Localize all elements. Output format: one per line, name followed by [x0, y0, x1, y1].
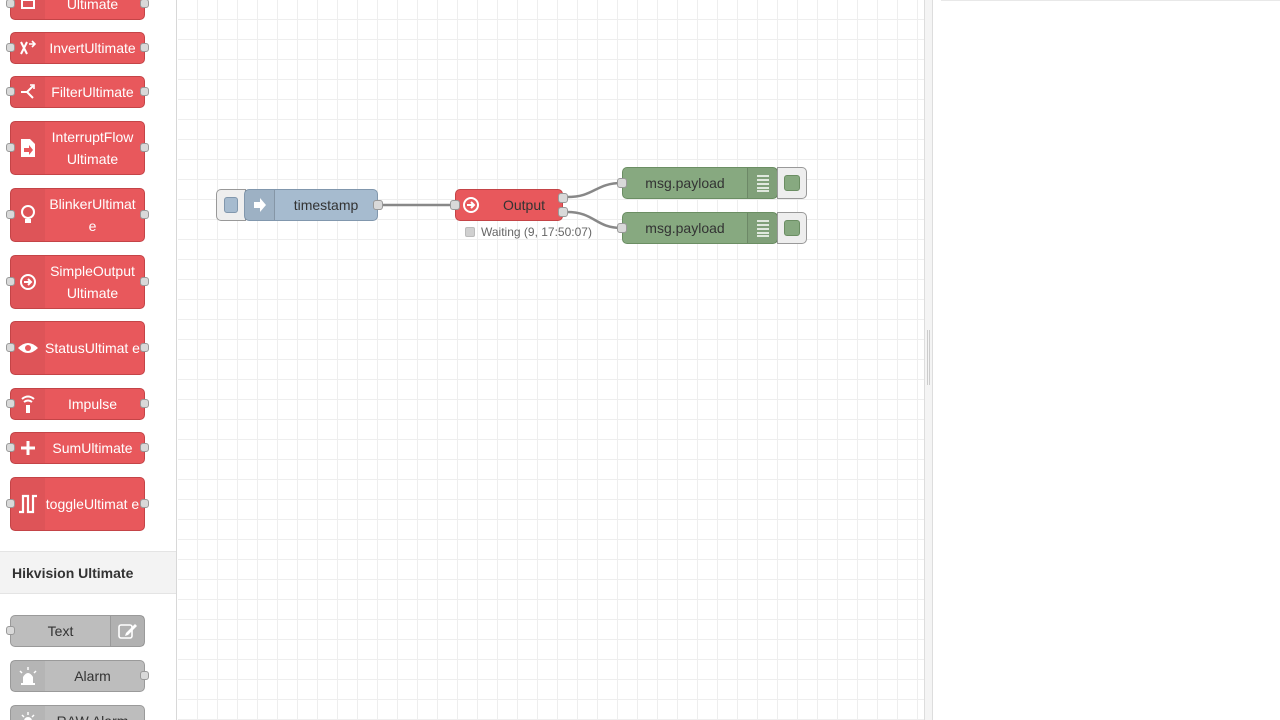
palette-node-ultimate[interactable]: Ultimate — [6, 0, 149, 20]
output-port — [140, 0, 149, 8]
output-port — [140, 671, 149, 680]
palette-node-raw-alarm[interactable]: RAW Alarm — [10, 705, 145, 720]
list-icon — [747, 168, 777, 198]
output-port — [140, 210, 149, 219]
square-wave-icon — [11, 478, 45, 530]
input-port — [6, 143, 15, 152]
document-arrow-icon — [11, 122, 45, 174]
input-port[interactable] — [450, 200, 460, 210]
palette-node-toggleultimate[interactable]: toggleUltimat e — [6, 477, 149, 531]
arrow-circle-icon — [11, 256, 45, 308]
palette-node-filterultimate[interactable]: FilterUltimate — [6, 76, 149, 108]
palette-node-label: Alarm — [74, 668, 111, 684]
debug-toggle-button-2[interactable] — [777, 212, 807, 244]
palette-node-statusultimate[interactable]: StatusUltimat e — [6, 321, 149, 375]
palette-node-simpleoutput[interactable]: SimpleOutput Ultimate — [6, 255, 149, 309]
input-port — [6, 277, 15, 286]
inject-node-label: timestamp — [293, 197, 359, 213]
shuffle-icon — [11, 33, 45, 63]
output-port — [140, 43, 149, 52]
palette-node-text[interactable]: Text — [6, 615, 145, 647]
inject-node[interactable]: timestamp — [244, 189, 383, 221]
palette-panel: Ultimate InvertUltimate FilterUltimate I… — [0, 0, 177, 720]
debug-node-label: msg.payload — [645, 220, 725, 236]
eye-icon — [11, 322, 45, 374]
palette-node-label: Impulse — [67, 396, 118, 412]
alarm-light-icon — [11, 661, 45, 691]
palette-node-label: SimpleOutput Ultimate — [50, 263, 135, 301]
palette-node-invertultimate[interactable]: InvertUltimate — [6, 32, 149, 64]
palette-node-label: InterruptFlow Ultimate — [51, 129, 134, 167]
output-port — [140, 499, 149, 508]
sidebar-panel — [933, 0, 1280, 720]
plus-icon — [11, 433, 45, 463]
input-port — [6, 343, 15, 352]
palette-node-sumultimate[interactable]: SumUltimate — [6, 432, 149, 464]
palette-category-header[interactable]: Hikvision Ultimate — [0, 551, 176, 594]
broadcast-icon — [11, 389, 45, 419]
palette-node-label: Ultimate — [66, 0, 119, 12]
output-port-1[interactable] — [558, 193, 568, 203]
debug-toggle-button-1[interactable] — [777, 167, 807, 199]
palette-node-blinkerultimate[interactable]: BlinkerUltimat e — [6, 188, 149, 242]
output-port — [140, 443, 149, 452]
input-port — [6, 499, 15, 508]
palette-node-label: RAW Alarm — [45, 706, 144, 720]
input-port — [6, 399, 15, 408]
flow-workspace[interactable] — [178, 0, 924, 720]
arrow-circle-icon — [456, 190, 486, 220]
input-port[interactable] — [617, 178, 627, 188]
debug-node-1[interactable]: msg.payload — [617, 167, 778, 199]
output-port — [140, 143, 149, 152]
status-dot — [465, 227, 475, 237]
output-node-status: Waiting (9, 17:50:07) — [465, 225, 592, 239]
input-port — [6, 210, 15, 219]
output-port[interactable] — [373, 200, 383, 210]
palette-node-label: BlinkerUltimat e — [49, 196, 136, 234]
palette-node-label: toggleUltimat e — [45, 496, 140, 512]
bulb-icon — [11, 189, 45, 241]
palette-node-label: SumUltimate — [52, 440, 133, 456]
output-port — [140, 343, 149, 352]
sun-icon — [11, 706, 45, 720]
palette-node-interruptflow[interactable]: InterruptFlow Ultimate — [6, 121, 149, 175]
input-port[interactable] — [617, 223, 627, 233]
debug-node-2[interactable]: msg.payload — [617, 212, 778, 244]
input-port — [6, 87, 15, 96]
output-node-label: Output — [502, 197, 546, 213]
output-port-2[interactable] — [558, 207, 568, 217]
input-port — [6, 0, 15, 8]
debug-node-label: msg.payload — [645, 175, 725, 191]
list-icon — [747, 213, 777, 243]
output-port — [140, 399, 149, 408]
input-port — [6, 626, 15, 635]
arrow-in-icon — [245, 190, 275, 220]
palette-node-label: Text — [47, 623, 74, 639]
palette-node-label: FilterUltimate — [51, 84, 134, 100]
logic-icon — [11, 0, 45, 19]
output-port — [140, 277, 149, 286]
sidebar-resize-handle[interactable] — [924, 0, 933, 720]
inject-trigger-button[interactable] — [216, 189, 246, 221]
edit-icon — [110, 616, 144, 646]
palette-node-alarm[interactable]: Alarm — [10, 660, 149, 692]
palette-node-impulse[interactable]: Impulse — [6, 388, 149, 420]
palette-node-label: StatusUltimat e — [45, 340, 140, 356]
input-port — [6, 443, 15, 452]
output-port — [140, 87, 149, 96]
split-icon — [11, 77, 45, 107]
status-text: Waiting (9, 17:50:07) — [481, 225, 592, 239]
input-port — [6, 43, 15, 52]
palette-node-label: InvertUltimate — [49, 40, 136, 56]
output-node[interactable]: Output — [450, 189, 568, 221]
